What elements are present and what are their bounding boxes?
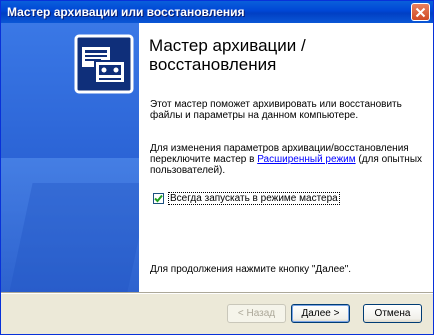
backup-wizard-icon	[74, 34, 134, 94]
always-wizard-option[interactable]: Всегда запускать в режиме мастера	[153, 192, 340, 205]
advanced-mode-link[interactable]: Расширенный режим	[257, 154, 355, 165]
cancel-button[interactable]: Отмена	[363, 304, 422, 323]
next-button[interactable]: Далее >	[291, 304, 350, 323]
wizard-heading: Мастер архивации / восстановления	[149, 36, 306, 74]
close-icon	[415, 7, 426, 17]
wizard-intro-text: Этот мастер поможет архивировать или вос…	[150, 99, 402, 121]
continue-instruction: Для продолжения нажмите кнопку "Далее".	[150, 264, 352, 275]
wizard-sidebar	[1, 23, 139, 292]
button-separator	[1, 292, 433, 294]
wizard-window: Мастер архивации или восстановления Маст…	[0, 0, 434, 335]
wizard-content: Мастер архивации / восстановления Этот м…	[1, 23, 433, 292]
always-wizard-checkbox[interactable]	[153, 193, 164, 204]
advanced-mode-text: Для изменения параметров архивации/восст…	[150, 143, 425, 176]
checkmark-icon	[154, 194, 163, 203]
window-title: Мастер архивации или восстановления	[7, 5, 245, 19]
close-button[interactable]	[411, 3, 430, 21]
back-button[interactable]: < Назад	[227, 304, 286, 323]
title-bar[interactable]: Мастер архивации или восстановления	[1, 1, 433, 23]
sidebar-decoration-shape	[9, 183, 139, 292]
always-wizard-label[interactable]: Всегда запускать в режиме мастера	[168, 192, 340, 205]
